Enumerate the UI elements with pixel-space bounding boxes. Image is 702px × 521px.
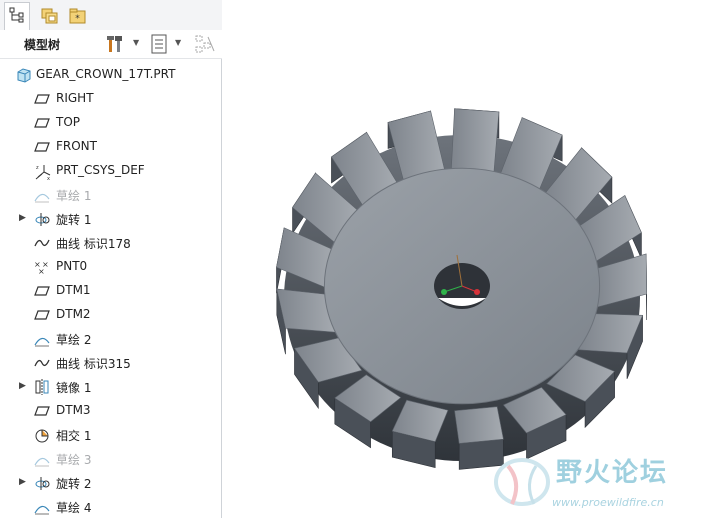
expand-arrow-icon[interactable]: ▶ [19,213,28,223]
tree-item-label: 草绘 4 [56,501,92,515]
datum-plane-icon [34,403,50,419]
svg-text:*: * [75,14,80,24]
curve-icon [34,235,50,251]
tree-item-label: 旋转 1 [56,213,92,227]
tree-item-label: 曲线 标识178 [56,237,131,251]
tree-item-label: TOP [56,115,81,129]
tree-item[interactable]: ▶ 旋转 1 [0,207,221,231]
sketch-icon [34,451,50,467]
svg-text:x: x [47,176,50,181]
intersect-icon [34,427,50,443]
settings-dropdown-icon[interactable]: ▼ [133,38,139,47]
tree-item[interactable]: DTM2 [0,303,221,327]
datum-plane-icon [34,139,50,155]
tree-item[interactable]: 草绘 4 [0,495,221,518]
tree-item-label: 旋转 2 [56,477,92,491]
settings-button[interactable] [106,34,126,54]
tree-item-label: 相交 1 [56,429,92,443]
model-tree-panel: * 模型树 ▼ ▼ GEAR_CROWN_17T.PRT RIGHT TOP F… [0,0,222,518]
tree-item-label: FRONT [56,139,97,153]
favorites-tab-icon: * [69,8,86,24]
forum-watermark: 野火论坛 www.proewildfire.cn [492,452,702,518]
revolve-icon [34,211,50,227]
datum-plane-icon [34,283,50,299]
tree-item[interactable]: DTM3 [0,399,221,423]
settings-icon [107,36,122,52]
svg-text:z: z [36,165,39,171]
tree-item-label: PNT0 [56,259,88,273]
tree-item[interactable]: TOP [0,111,221,135]
tree-item[interactable]: z x PRT_CSYS_DEF [0,159,221,183]
model-tree-tab-icon [9,7,24,23]
curve-icon [34,355,50,371]
revolve-icon [34,475,50,491]
model-tree: GEAR_CROWN_17T.PRT RIGHT TOP FRONT z x PRT_CSY… [0,60,221,518]
part-icon [16,67,32,83]
expand-arrow-icon[interactable]: ▶ [19,477,28,487]
graphics-viewport[interactable] [222,0,702,518]
expand-arrow-icon[interactable]: ▶ [19,381,28,391]
tree-item-label: 镜像 1 [56,381,92,395]
tree-item-label: PRT_CSYS_DEF [56,163,145,177]
tree-item[interactable]: FRONT [0,135,221,159]
tree-item[interactable]: × × × PNT0 [0,255,221,279]
gear-tooth [450,108,500,173]
tree-item-label: 草绘 3 [56,453,92,467]
filter-icon [195,35,215,53]
datum-plane-icon [34,91,50,107]
gear-model[interactable] [222,0,702,518]
datum-point-icon: × × × [34,259,50,275]
csys-point-green [441,289,447,295]
tree-item[interactable]: 曲线 标识178 [0,231,221,255]
tree-item[interactable]: 草绘 2 [0,327,221,351]
tree-item[interactable]: 草绘 3 [0,447,221,471]
svg-text:×: × [38,267,45,275]
tab-favorites[interactable]: * [64,2,90,28]
mirror-icon [34,379,50,395]
sketch-icon [34,331,50,347]
gear-tooth [454,406,504,444]
watermark-url: www.proewildfire.cn [552,496,664,509]
tree-item[interactable]: 相交 1 [0,423,221,447]
tree-item-label: 曲线 标识315 [56,357,131,371]
watermark-logo-icon [494,458,550,506]
tree-item-label: RIGHT [56,91,94,105]
tree-item-label: 草绘 1 [56,189,92,203]
show-options-icon [151,34,167,54]
navigator-tabs: * [0,0,222,31]
watermark-title: 野火论坛 [556,458,669,488]
tab-folder-browser[interactable] [36,2,62,28]
folder-browser-tab-icon [41,8,58,24]
tree-item[interactable]: GEAR_CROWN_17T.PRT [0,63,221,87]
tree-item-label: DTM2 [56,307,91,321]
sketch-icon [34,499,50,515]
tree-item[interactable]: ▶ 镜像 1 [0,375,221,399]
tree-item[interactable]: 曲线 标识315 [0,351,221,375]
tree-item-label: DTM3 [56,403,91,417]
csys-point-red [474,289,480,295]
model-tree-toolbar: 模型树 ▼ ▼ [0,30,222,59]
tree-item-label: DTM1 [56,283,91,297]
sketch-icon [34,187,50,203]
tab-model-tree[interactable] [4,2,30,31]
tree-item[interactable]: 草绘 1 [0,183,221,207]
filter-button[interactable] [194,34,216,54]
show-options-button[interactable] [150,34,170,54]
tree-item[interactable]: DTM1 [0,279,221,303]
datum-plane-icon [34,307,50,323]
tree-item[interactable]: RIGHT [0,87,221,111]
tree-item-label: 草绘 2 [56,333,92,347]
datum-plane-icon [34,115,50,131]
tree-item-label: GEAR_CROWN_17T.PRT [36,67,176,81]
show-options-dropdown-icon[interactable]: ▼ [175,38,181,47]
csys-icon: zx [34,163,51,181]
tree-item[interactable]: ▶ 旋转 2 [0,471,221,495]
model-tree-title: 模型树 [24,38,61,52]
